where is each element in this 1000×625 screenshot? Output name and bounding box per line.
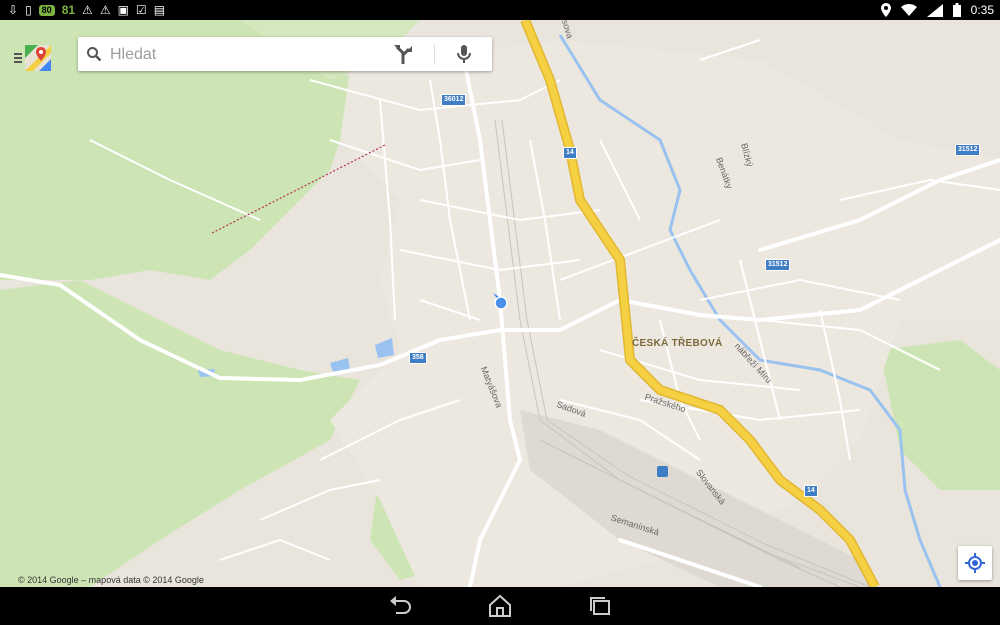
route-shield: 14 — [563, 147, 577, 159]
signal-number: 81 — [61, 3, 76, 17]
maps-logo-icon — [25, 45, 51, 71]
route-shield: 36012 — [441, 94, 467, 106]
hamburger-icon — [14, 53, 22, 63]
directions-icon[interactable] — [390, 42, 416, 66]
clipboard-check-icon: ☑ — [135, 3, 147, 17]
search-box[interactable] — [78, 37, 492, 71]
home-icon[interactable] — [486, 593, 514, 619]
search-divider — [434, 44, 435, 64]
navigation-bar — [0, 587, 1000, 625]
gallery-icon: ▣ — [117, 3, 129, 17]
download-icon: ⇩ — [8, 3, 19, 17]
map-view[interactable]: 36012 14 31512 31512 358 14 Matyášova Sa… — [0, 20, 1000, 587]
battery-icon — [952, 3, 961, 17]
wifi-icon — [900, 4, 917, 16]
sim-card-icon: ▯ — [25, 3, 32, 17]
mic-icon[interactable] — [452, 42, 476, 66]
forest-area — [0, 280, 360, 587]
copyright-text: © 2014 Google – mapová data © 2014 Googl… — [18, 575, 204, 585]
warning-icon: ⚠ — [82, 3, 93, 17]
recents-icon[interactable] — [586, 593, 614, 619]
status-icons-right: 0:35 — [880, 2, 994, 18]
route-shield: 14 — [804, 485, 818, 497]
battery-badge: 80 — [38, 4, 55, 16]
my-location-button[interactable] — [958, 546, 992, 580]
clock-time: 0:35 — [970, 3, 994, 17]
forest-area — [880, 340, 1000, 490]
status-bar: ⇩ ▯ 80 81 ⚠ ⚠ ▣ ☑ ▤ 0:35 — [0, 0, 1000, 20]
train-station-icon[interactable] — [657, 466, 668, 477]
search-input[interactable] — [108, 43, 382, 67]
back-icon[interactable] — [386, 593, 414, 619]
bag-icon: ▤ — [153, 3, 166, 17]
pond — [375, 338, 394, 358]
warning-icon: ⚠ — [99, 3, 111, 17]
route-shield: 358 — [409, 352, 427, 364]
status-icons-left: ⇩ ▯ 80 81 ⚠ ⚠ ▣ ☑ ▤ — [8, 2, 165, 18]
cell-signal-icon — [926, 3, 943, 17]
route-shield: 31512 — [765, 259, 791, 271]
town-label: ČESKÁ TŘEBOVÁ — [632, 338, 723, 349]
menu-button[interactable] — [14, 44, 58, 72]
my-location-icon — [965, 553, 985, 573]
search-icon — [87, 47, 102, 62]
location-marker-icon — [493, 293, 508, 310]
route-shield: 31512 — [955, 144, 981, 156]
location-pin-icon — [880, 3, 891, 17]
